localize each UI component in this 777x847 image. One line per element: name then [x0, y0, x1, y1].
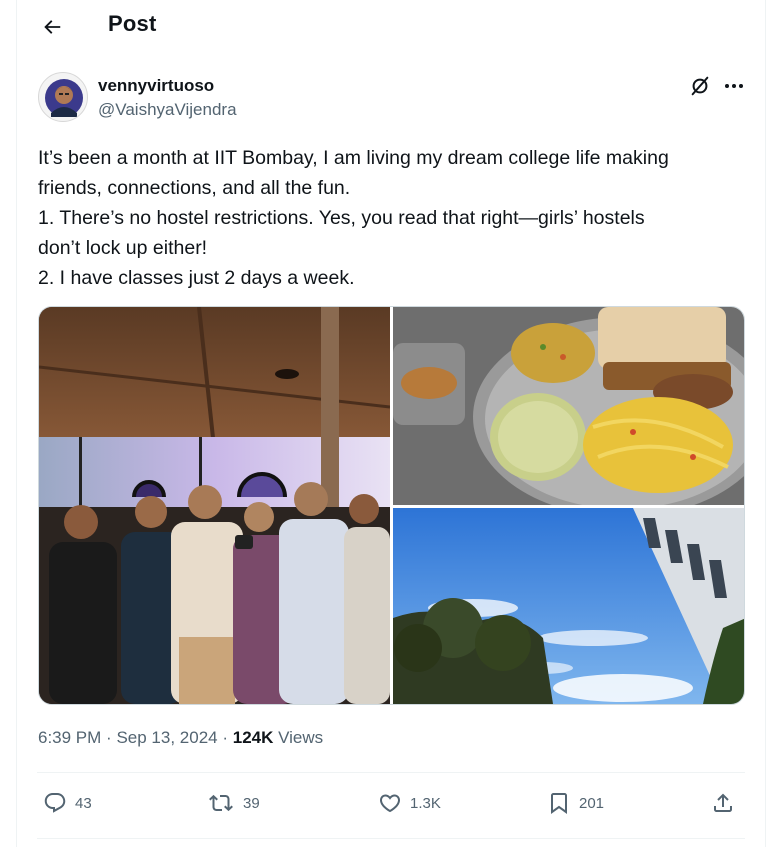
more-dots-icon	[725, 84, 743, 88]
repost-count: 39	[243, 794, 260, 812]
post-column: Post vennyvirtuoso @VaishyaVijendra It’s…	[16, 0, 766, 847]
user-handle[interactable]: @VaishyaVijendra	[98, 100, 237, 120]
tweet-line: don’t lock up either!	[38, 237, 208, 259]
group-photo-image	[39, 307, 390, 704]
tweet-line: 2. I have classes just 2 days a week.	[38, 267, 355, 289]
sky-building-photo[interactable]	[393, 508, 744, 704]
meta-separator: ·	[222, 728, 229, 747]
meta-separator: ·	[106, 728, 112, 747]
post-header: Post	[17, 0, 767, 52]
bookmark-count: 201	[579, 794, 605, 812]
reply-button[interactable]: 43	[43, 785, 92, 821]
post-meta: 6:39 PM · Sep 13, 2024 · 124K Views	[38, 728, 323, 748]
sky-building-image	[393, 508, 744, 704]
action-bar: 43 39 1.3K 201	[37, 785, 749, 821]
grok-icon	[691, 76, 709, 96]
repost-button[interactable]: 39	[207, 785, 260, 821]
share-icon	[714, 793, 732, 812]
media-grid	[38, 306, 745, 705]
like-count: 1.3K	[410, 794, 441, 812]
divider	[37, 772, 745, 773]
arrow-left-icon	[44, 20, 61, 34]
views-label: Views	[278, 728, 324, 747]
grok-button[interactable]	[689, 75, 711, 97]
back-button[interactable]	[35, 10, 69, 44]
display-name[interactable]: vennyvirtuoso	[98, 76, 214, 96]
repost-icon	[209, 794, 233, 812]
views-count: 124K	[232, 728, 274, 747]
divider	[37, 838, 745, 839]
tweet-text: It’s been a month at IIT Bombay, I am li…	[38, 143, 748, 293]
tweet-line: friends, connections, and all the fun.	[38, 177, 351, 199]
group-photo[interactable]	[39, 307, 390, 704]
post-date[interactable]: Sep 13, 2024	[116, 728, 217, 747]
reply-icon	[44, 793, 66, 813]
tweet-line: It’s been a month at IIT Bombay, I am li…	[38, 147, 669, 169]
reply-count: 43	[75, 794, 92, 812]
post-time[interactable]: 6:39 PM	[38, 728, 101, 747]
food-plate-image	[393, 307, 744, 505]
page-title: Post	[108, 11, 157, 36]
food-plate-photo[interactable]	[393, 307, 744, 505]
bookmark-icon	[551, 793, 567, 814]
avatar[interactable]	[38, 72, 88, 122]
like-button[interactable]: 1.3K	[378, 785, 441, 821]
tweet-line: 1. There’s no hostel restrictions. Yes, …	[38, 207, 645, 229]
bookmark-button[interactable]: 201	[547, 785, 604, 821]
more-options-button[interactable]	[722, 75, 746, 97]
heart-icon	[379, 794, 401, 813]
share-button[interactable]	[711, 785, 735, 821]
avatar-image	[45, 79, 83, 117]
